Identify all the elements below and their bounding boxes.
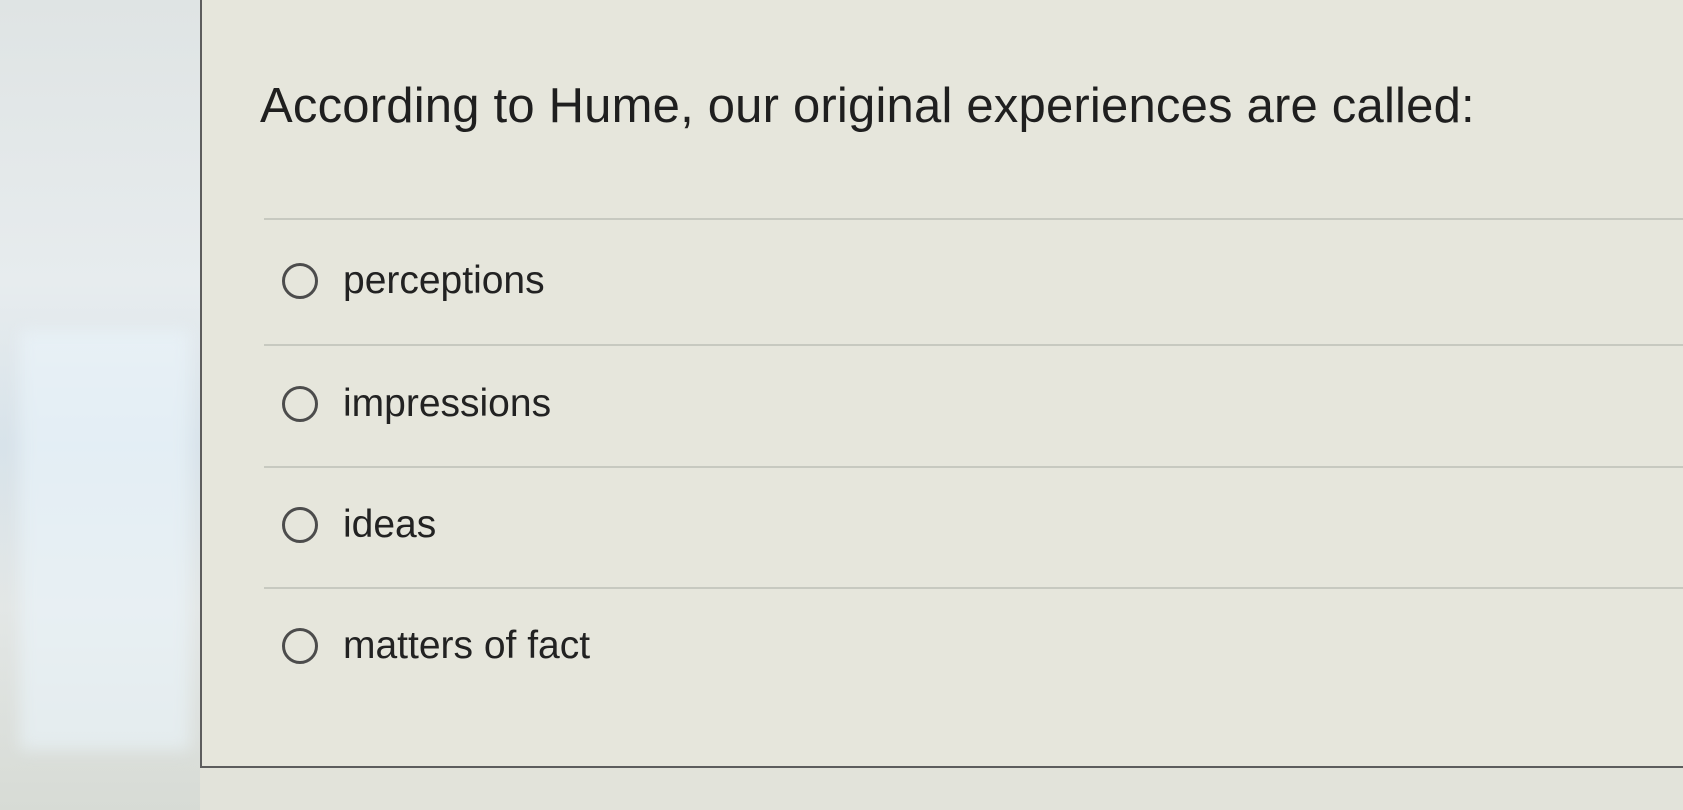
answer-label: perceptions [343,259,545,302]
divider [264,587,1683,589]
divider [264,218,1683,220]
answer-option-impressions[interactable]: impressions [282,374,551,434]
quiz-question-panel: According to Hume, our original experien… [200,0,1683,768]
radio-unchecked-icon[interactable] [282,263,318,299]
answer-option-ideas[interactable]: ideas [282,495,436,555]
radio-unchecked-icon[interactable] [282,507,318,543]
answer-label: impressions [343,382,552,425]
answer-label: ideas [343,503,437,546]
divider [264,466,1683,468]
question-text: According to Hume, our original experien… [260,79,1475,133]
divider [264,344,1683,346]
answer-option-matters-of-fact[interactable]: matters of fact [282,616,590,676]
radio-unchecked-icon[interactable] [282,386,318,422]
answer-label: matters of fact [343,624,591,667]
left-background [0,0,200,810]
answer-option-perceptions[interactable]: perceptions [282,251,545,311]
radio-unchecked-icon[interactable] [282,628,318,664]
